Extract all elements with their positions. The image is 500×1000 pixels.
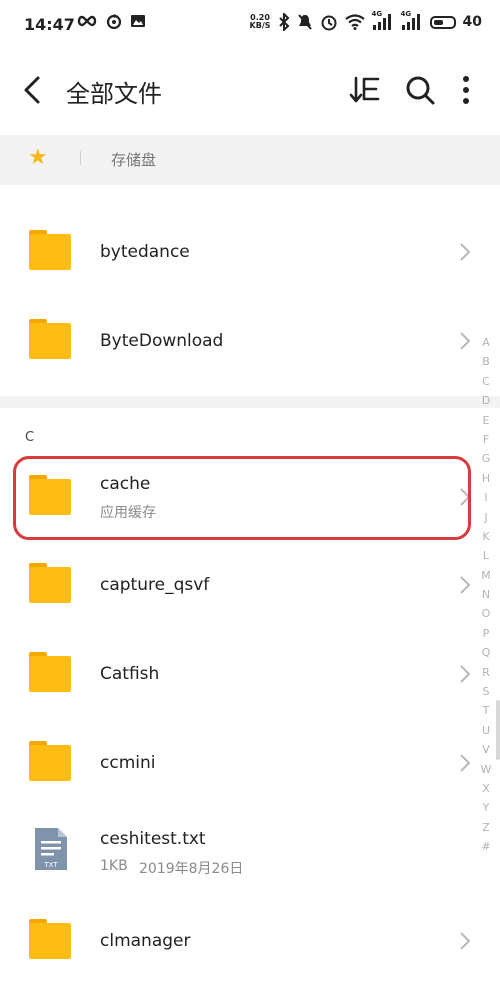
list-item[interactable]: Catfish (0, 630, 480, 718)
file-name: ccmini (100, 753, 156, 773)
signal-icon (372, 14, 391, 30)
index-letter[interactable]: T (478, 701, 494, 720)
index-letter[interactable]: Z (478, 818, 494, 837)
index-letter[interactable]: R (478, 663, 494, 682)
battery-icon (429, 15, 456, 29)
index-letter[interactable]: I (478, 488, 494, 507)
list-item[interactable]: ccmini (0, 719, 480, 807)
index-letter[interactable]: Y (478, 798, 494, 817)
chevron-right-icon (460, 665, 471, 683)
sync-icon (106, 14, 122, 29)
alarm-icon (321, 15, 337, 31)
folder-icon (29, 919, 71, 959)
index-letter[interactable]: D (478, 391, 494, 410)
file-name: capture_qsvf (100, 575, 210, 595)
folder-icon (29, 652, 71, 692)
search-icon[interactable] (402, 72, 438, 108)
section-header: C (25, 430, 35, 445)
file-name: ceshitest.txt (100, 829, 206, 849)
chevron-right-icon (460, 332, 471, 350)
index-letter[interactable]: V (478, 740, 494, 759)
file-name: Catfish (100, 664, 160, 684)
folder-icon (29, 741, 71, 781)
index-letter[interactable]: P (478, 624, 494, 643)
index-letter[interactable]: Q (478, 643, 494, 662)
index-letter[interactable]: L (478, 546, 494, 565)
chevron-right-icon (460, 576, 471, 594)
battery-level: 40 (462, 14, 482, 30)
alphabet-index[interactable]: A B C D E F G H I J K L M N O P Q R S T U V W X Y Z # (478, 333, 494, 857)
file-name: ByteDownload (100, 331, 224, 351)
index-letter[interactable]: N (478, 585, 494, 604)
index-letter[interactable]: M (478, 566, 494, 585)
star-icon[interactable]: ★ (28, 145, 48, 170)
list-item[interactable]: TXT ceshitest.txt 1KB 2019年8月26日 (0, 808, 480, 896)
list-item[interactable]: clmanager (0, 897, 480, 985)
folder-icon (29, 230, 71, 270)
chevron-right-icon (460, 754, 471, 772)
file-size: 1KB (100, 858, 128, 874)
folder-icon (29, 563, 71, 603)
status-right-icons: 0.20 KB/S 4G 4G 40 (249, 10, 482, 31)
index-letter[interactable]: B (478, 352, 494, 371)
back-arrow-icon[interactable] (18, 72, 50, 108)
wifi-icon (344, 14, 365, 30)
breadcrumb: ★ 存储盘 (0, 135, 500, 185)
index-letter[interactable]: S (478, 682, 494, 701)
infinity-icon (77, 15, 97, 27)
highlight-box (13, 456, 471, 540)
index-letter[interactable]: G (478, 449, 494, 468)
breadcrumb-root[interactable]: 存储盘 (111, 149, 156, 170)
breadcrumb-divider (80, 151, 81, 165)
list-item[interactable]: bytedance (0, 208, 480, 296)
status-bar: 14:47 0.20 KB/S 4G 4G 40 (0, 0, 500, 50)
index-letter[interactable]: F (478, 430, 494, 449)
txt-file-icon: TXT (35, 828, 67, 870)
mute-icon (297, 14, 312, 30)
status-left-icons (76, 13, 146, 29)
file-name: bytedance (100, 242, 190, 262)
txt-badge: TXT (43, 861, 58, 869)
file-date: 2019年8月26日 (139, 861, 244, 877)
scrollbar[interactable] (496, 700, 500, 760)
chevron-right-icon (460, 243, 471, 261)
image-icon (131, 15, 145, 27)
more-icon[interactable] (448, 72, 484, 108)
index-letter[interactable]: K (478, 527, 494, 546)
index-letter[interactable]: J (478, 508, 494, 527)
list-item[interactable]: capture_qsvf (0, 541, 480, 629)
section-divider (0, 396, 500, 408)
folder-icon (29, 319, 71, 359)
file-name: clmanager (100, 931, 191, 951)
divider-spacer (0, 185, 500, 197)
signal-2: 4G (401, 10, 423, 31)
index-letter[interactable]: E (478, 411, 494, 430)
signal-1: 4G (372, 10, 394, 31)
list-item[interactable]: ByteDownload (0, 297, 480, 385)
index-letter[interactable]: U (478, 721, 494, 740)
network-speed: 0.20 KB/S (249, 13, 271, 30)
index-letter[interactable]: # (478, 837, 494, 856)
index-letter[interactable]: A (478, 333, 494, 352)
index-letter[interactable]: X (478, 779, 494, 798)
signal-icon (401, 14, 420, 30)
page-title: 全部文件 (66, 80, 162, 108)
status-time: 14:47 (24, 15, 75, 34)
app-header: 全部文件 (0, 50, 500, 130)
index-letter[interactable]: O (478, 604, 494, 623)
bluetooth-icon (278, 13, 289, 31)
index-letter[interactable]: W (478, 760, 494, 779)
index-letter[interactable]: C (478, 372, 494, 391)
chevron-right-icon (460, 932, 471, 950)
sort-icon[interactable] (348, 72, 384, 108)
index-letter[interactable]: H (478, 469, 494, 488)
